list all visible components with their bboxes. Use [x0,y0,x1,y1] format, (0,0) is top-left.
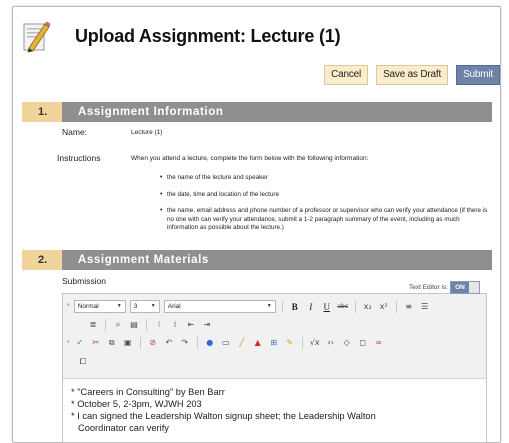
section-header-assignment-materials: 2. Assignment Materials [22,250,492,270]
chevron-down-icon: ▼ [266,303,272,309]
page-title: Upload Assignment: Lecture (1) [75,26,341,46]
fullscreen-icon[interactable]: ◻ [357,337,369,349]
chevron-down-icon: ▼ [150,303,156,309]
section-number: 2. [22,250,62,270]
list-item: the name of the lecture and speaker [160,173,490,183]
instructions-list: the name of the lecture and speaker the … [160,173,490,241]
list-item: the name, email address and phone number… [160,206,490,233]
instructions-label: Instructions [57,153,101,163]
content-line: * October 5, 2-3pm, WJWH 203 [71,399,202,410]
paste-text-icon[interactable]: ▣ [122,337,134,349]
insert-web-icon[interactable]: ● [204,337,216,349]
html-source-icon[interactable]: ‹› [325,337,337,349]
cancel-button[interactable]: Cancel [324,65,369,85]
superscript-icon[interactable]: x² [378,301,390,313]
paste-icon[interactable]: ▤ [128,319,140,331]
align-left-icon[interactable]: ≡ [403,301,415,313]
submission-label: Submission [62,276,106,286]
editor-toolbar: Text Editor is: ON * Normal ▼ 3 ▼ Arial ▼ B… [63,281,486,379]
section-header-assignment-information: 1. Assignment Information [22,102,492,122]
find-icon[interactable]: ⌕ [112,319,124,331]
outdent-icon[interactable]: ⇤ [185,319,197,331]
preview-icon[interactable]: ⧠ [77,356,89,368]
text-color-icon[interactable]: ▲ [252,337,264,349]
font-family-select[interactable]: Arial ▼ [163,300,276,313]
toolbar-row-4: ⧠ [77,356,89,368]
name-value: Lecture (1) [131,129,163,136]
content-line: * I can signed the Leadership Walton sig… [71,411,376,422]
name-label: Name: [62,127,88,137]
toolbar-row-3: * ✓ ✂ ⧉ ▣ ⊘ ↶ ↷ ● ▭ ╱ ▲ ⊞ ✎ √x ‹› ◇ ◻ ∞ [67,337,385,349]
text-editor-toggle[interactable]: ON [450,281,480,294]
submission-editor[interactable]: Text Editor is: ON * Normal ▼ 3 ▼ Arial ▼ B… [62,281,487,443]
mashup-icon[interactable]: ∞ [373,337,385,349]
toolbar-row-1: * Normal ▼ 3 ▼ Arial ▼ B I U abc x₂ x² ≡ ☰ [67,300,431,313]
text-editor-state: ON [451,282,469,293]
section-title: Assignment Materials [62,250,492,270]
highlight-icon[interactable]: ✎ [284,337,296,349]
format-select[interactable]: Normal ▼ [73,300,126,313]
editor-content[interactable]: * "Careers in Consulting" by Ben Barr * … [71,386,376,434]
draw-icon[interactable]: ╱ [236,337,248,349]
strikethrough-icon[interactable]: abc [337,301,349,313]
numbered-list-icon[interactable]: ⁝ [153,319,165,331]
subscript-icon[interactable]: x₂ [362,301,374,313]
insert-table-icon[interactable]: ▭ [220,337,232,349]
submit-button[interactable]: Submit [456,65,500,85]
section-title: Assignment Information [62,102,492,122]
toolbar-row-2: ≣ ⌕ ▤ ⁝ ⁞ ⇤ ⇥ [87,319,213,331]
code-icon[interactable]: ◇ [341,337,353,349]
instructions-text: When you attend a lecture, complete the … [131,155,369,162]
copy-icon[interactable]: ⧉ [106,337,118,349]
spellcheck-icon[interactable]: ✓ [74,337,86,349]
undo-icon[interactable]: ↶ [163,337,175,349]
indent-icon[interactable]: ⇥ [201,319,213,331]
section-number: 1. [22,102,62,122]
bold-icon[interactable]: B [289,301,301,313]
align-center-icon[interactable]: ☰ [419,301,431,313]
italic-icon[interactable]: I [305,301,317,313]
content-line: * "Careers in Consulting" by Ben Barr [71,387,225,397]
font-size-select[interactable]: 3 ▼ [129,300,160,313]
math-icon[interactable]: √x [309,337,321,349]
bullet-list-icon[interactable]: ⁞ [169,319,181,331]
underline-icon[interactable]: U [321,301,333,313]
chevron-down-icon: ▼ [116,303,122,309]
list-item: the date, time and location of the lectu… [160,190,490,200]
link-icon[interactable]: ⊘ [147,337,159,349]
save-draft-button[interactable]: Save as Draft [376,65,449,85]
assignment-pencil-icon [23,21,51,53]
align-right-icon[interactable]: ≣ [87,319,99,331]
redo-icon[interactable]: ↷ [179,337,191,349]
insert-image-icon[interactable]: ⊞ [268,337,280,349]
text-editor-label: Text Editor is: [408,284,448,291]
content-line: Coordinator can verify [78,423,169,434]
action-buttons: Cancel Save as Draft Submit [324,65,500,85]
cut-icon[interactable]: ✂ [90,337,102,349]
